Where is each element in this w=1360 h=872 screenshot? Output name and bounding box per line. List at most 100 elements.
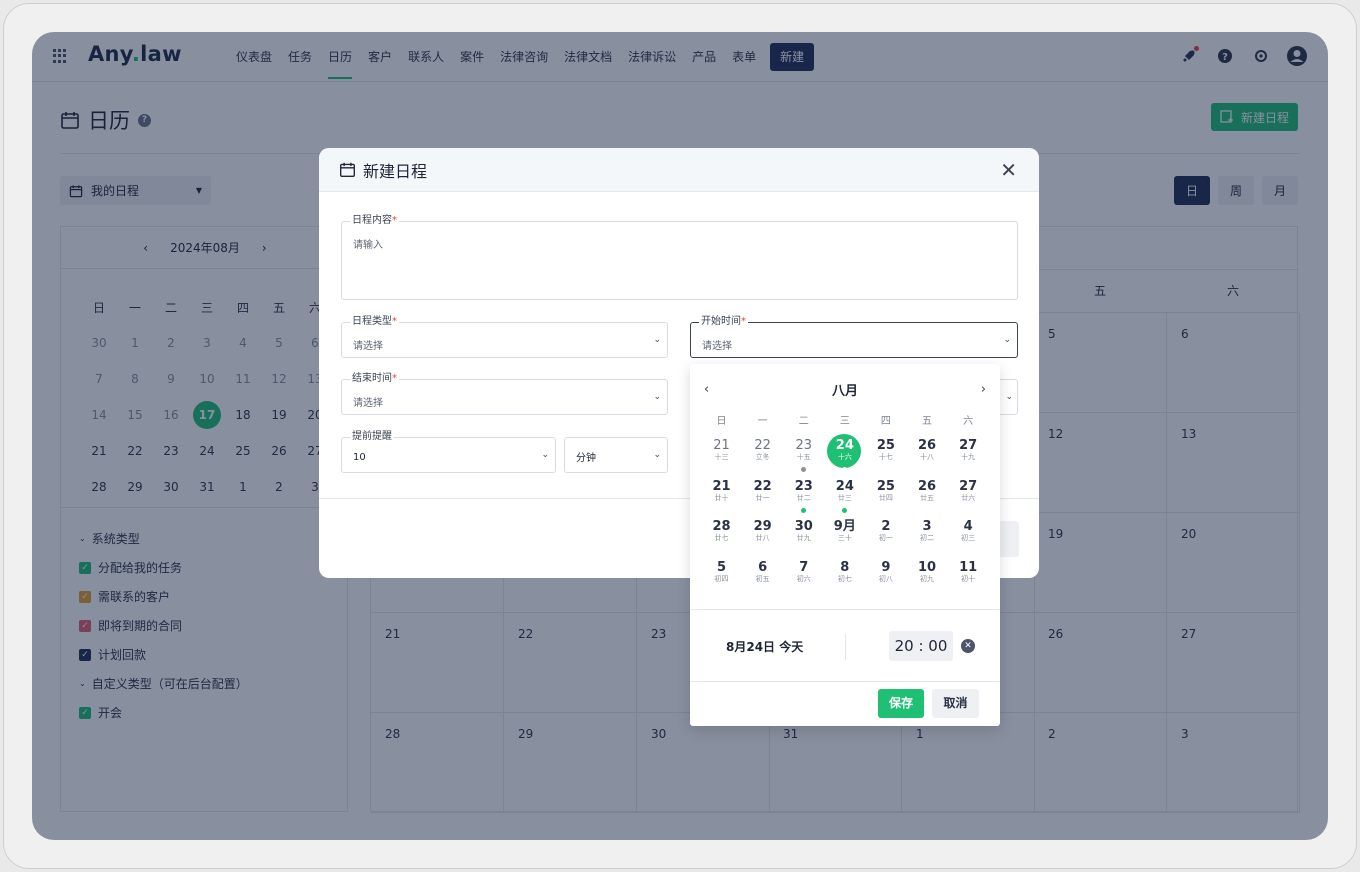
lunar-date: 十五 [796,453,811,461]
lunar-date: 三十 [837,534,852,542]
picker-day[interactable]: 5 初四 [701,556,742,597]
day-number: 28 [712,519,731,534]
lunar-date: 廿四 [878,493,893,502]
chevron-down-icon: ⌄ [1003,335,1011,345]
lunar-date: 廿十 [714,493,729,502]
picker-week-row: 28 廿七 29 廿八 30 廿九 9月 三十 2 初一 3 初二 4 初三 [701,515,989,556]
weekday-label: 五 [922,416,933,427]
day-number: 22 [754,438,771,453]
picker-day[interactable]: 30 廿九 [783,515,824,556]
lunar-date: 初七 [837,574,852,583]
lunar-date: 十八 [920,453,935,461]
lunar-date: 廿一 [755,493,770,502]
calendar-icon [340,162,355,177]
chevron-down-icon: ⌄ [653,335,661,345]
picker-weekdays: 日一二三四五六 [701,412,989,427]
picker-day[interactable]: 9 初八 [865,556,906,597]
picker-day[interactable]: 7 初六 [783,556,824,597]
day-number: 29 [753,519,772,534]
event-dot [801,507,807,513]
chevron-down-icon: ⌄ [653,392,661,402]
dialog-header: 新建日程 [319,148,1039,192]
picker-day[interactable]: 28 廿七 [701,515,742,556]
picker-day[interactable]: 9月 三十 [824,515,865,556]
type-select[interactable]: 日程类型* 请选择 ⌄ [341,315,668,358]
picker-day[interactable]: 6 初五 [742,556,783,597]
day-number: 27 [959,438,978,453]
picker-day[interactable]: 23 十五 [783,434,824,475]
weekday-label: 四 [880,416,891,427]
start-time-select[interactable]: 开始时间* 请选择 ⌄ [690,315,1018,358]
lunar-date: 十七 [878,453,893,461]
picker-day[interactable]: 26 廿五 [906,475,947,516]
weekday-label: 一 [757,416,768,427]
picker-day[interactable]: 22 廿一 [742,475,783,516]
lunar-date: 廿三 [837,493,852,502]
picker-save-button[interactable]: 保存 [878,689,924,718]
picker-day[interactable]: 29 廿八 [742,515,783,556]
lunar-date: 廿九 [796,534,811,542]
weekday-label: 二 [798,416,809,427]
picker-day[interactable]: 27 廿六 [948,475,989,516]
day-number: 3 [922,519,932,534]
picker-day[interactable]: 24 廿三 [824,475,865,516]
picker-day[interactable]: 23 廿二 [783,475,824,516]
picker-day[interactable]: 21 廿十 [701,475,742,516]
picker-day[interactable]: 8 初七 [824,556,865,597]
day-number: 4 [963,519,973,534]
chevron-down-icon: ⌄ [1005,392,1013,402]
picker-week-row: 21 十三 22 立冬 23 十五 24 十六 25 十七 26 十八 27 十九 [701,434,989,475]
day-number: 9 [881,559,891,575]
day-number: 24 [835,478,854,494]
hidden-select-edge: ⌄ [1000,379,1018,415]
picker-cancel-button[interactable]: 取消 [932,689,979,718]
picker-days: 21 十三 22 立冬 23 十五 24 十六 25 十七 26 十八 27 十九 21 廿十 22 廿一 23 廿二… [701,434,989,596]
app-window: Any.law 仪表盘任务日历客户联系人案件法律咨询法律文档法律诉讼产品表单新建… [32,32,1328,840]
picker-day[interactable]: 4 初三 [948,515,989,556]
content-field[interactable]: 日程内容* 请输入 [341,214,1018,300]
day-number: 9月 [833,519,856,534]
selected-date-label: 8月24日 今天 [726,640,804,654]
picker-day[interactable]: 10 初九 [906,556,947,597]
picker-day[interactable]: 2 初一 [865,515,906,556]
lunar-date: 初一 [878,534,893,542]
weekday-label: 六 [963,416,974,427]
end-time-select[interactable]: 结束时间* 请选择 ⌄ [341,372,668,415]
next-month-icon[interactable]: › [981,382,986,397]
chevron-down-icon: ⌄ [653,450,661,460]
lunar-date: 廿六 [961,493,976,502]
lunar-date: 初九 [920,574,935,583]
time-input[interactable]: 20 : 00 [889,631,953,661]
day-number: 23 [794,478,813,494]
lunar-date: 立冬 [755,453,770,461]
day-number: 30 [794,519,813,534]
picker-day[interactable]: 25 十七 [865,434,906,475]
lunar-date: 初十 [961,574,976,583]
lunar-date: 廿七 [714,534,729,542]
lunar-date: 十三 [714,453,729,461]
date-picker: ‹ 八月 › 日一二三四五六 21 十三 22 立冬 23 十五 24 十六 25 十七 26 十八 2… [690,364,1000,726]
clear-time-icon[interactable]: ✕ [961,639,975,653]
remind-unit-select[interactable]: 分钟 ⌄ [564,437,668,473]
weekday-label: 日 [716,416,727,427]
picker-day[interactable]: 25 廿四 [865,475,906,516]
remind-select[interactable]: 提前提醒 10 ⌄ [341,430,556,473]
picker-day-selected[interactable]: 24 十六 [824,434,865,475]
day-number: 8 [840,559,850,575]
picker-day[interactable]: 27 十九 [948,434,989,475]
picker-day[interactable]: 3 初二 [906,515,947,556]
picker-day[interactable]: 21 十三 [701,434,742,475]
picker-day[interactable]: 22 立冬 [742,434,783,475]
day-number: 24 [835,438,854,453]
event-dot [842,467,848,472]
lunar-date: 廿八 [755,534,770,542]
lunar-date: 初四 [714,574,729,583]
lunar-date: 廿二 [796,493,811,502]
picker-day[interactable]: 11 初十 [948,556,989,597]
lunar-date: 初五 [755,574,770,583]
dialog-title: 新建日程 [363,161,428,181]
day-number: 25 [876,438,895,453]
day-number: 27 [959,478,978,494]
picker-day[interactable]: 26 十八 [906,434,947,475]
close-icon[interactable]: ✕ [1000,158,1017,182]
